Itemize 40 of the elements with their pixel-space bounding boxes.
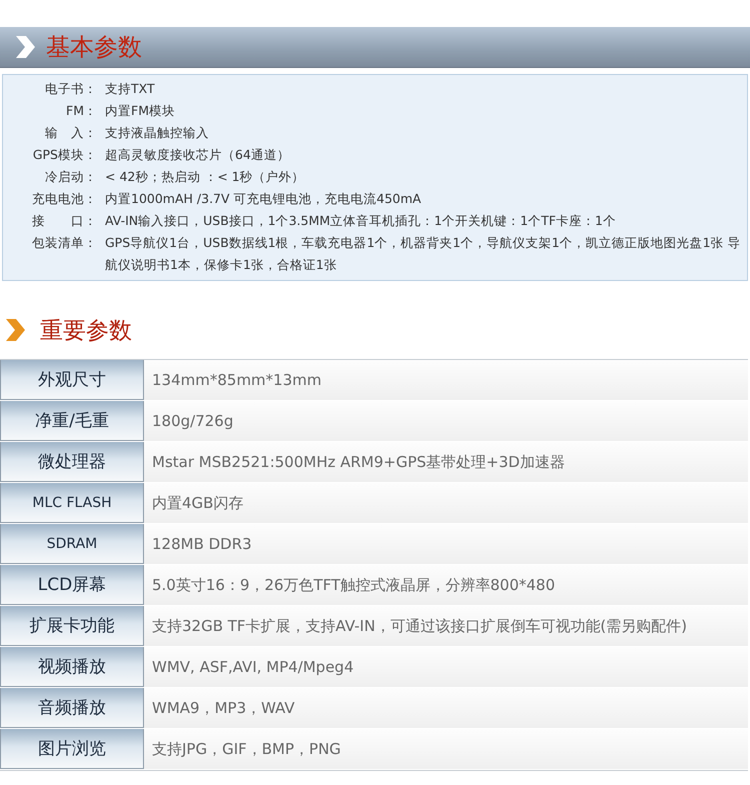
- spec-value: GPS导航仪1台，USB数据线1根，车载充电器1个，机器背夹1个，导航仪支架1个，凯立德正版地图光盘1张 导航仪说明书1本，保修卡1张，合格证1张: [104, 234, 742, 274]
- spec-value-cell: 内置4GB闪存: [144, 483, 748, 523]
- spec-value-cell: WMA9，MP3，WAV: [144, 688, 748, 728]
- spec-label-cell: 图片浏览: [0, 729, 144, 769]
- spec-label-cell: MLC FLASH: [0, 483, 144, 523]
- spec-label: FM：: [65, 102, 97, 120]
- spec-value-cell: 128MB DDR3: [144, 524, 748, 564]
- spec-value-cell: 5.0英寸16：9，26万色TFT触控式液晶屏，分辨率800*480: [144, 565, 748, 605]
- spec-value-cell: WMV, ASF,AVI, MP4/Mpeg4: [144, 647, 748, 687]
- spec-label: 接 口：: [31, 212, 97, 230]
- spec-value: < 42秒；热启动 ：< 1秒（户外）: [104, 168, 306, 186]
- spec-value-cell: 134mm*85mm*13mm: [144, 360, 748, 400]
- spec-label-cell: LCD屏幕: [0, 565, 144, 605]
- spec-value: 支持液晶触控输入: [104, 124, 210, 142]
- spec-value: 支持TXT: [104, 80, 156, 98]
- section-title: 重要参数: [40, 316, 132, 346]
- spec-label: 冷启动：: [44, 168, 97, 186]
- section-title: 基本参数: [46, 32, 142, 63]
- spec-value-cell: 支持JPG，GIF，BMP，PNG: [144, 729, 748, 769]
- spec-value-cell: 180g/726g: [144, 401, 748, 441]
- spec-value: 内置FM模块: [104, 102, 176, 120]
- spec-label-cell: 视频播放: [0, 647, 144, 687]
- spec-label-cell: 净重/毛重: [0, 401, 144, 441]
- spec-label-cell: 音频播放: [0, 688, 144, 728]
- spec-label: GPS模块：: [32, 146, 97, 164]
- spec-value-cell: 支持32GB TF卡扩展，支持AV-IN，可通过该接口扩展倒车可视功能(需另购配件): [144, 606, 748, 646]
- spec-label: 充电电池：: [31, 190, 97, 208]
- spec-label-cell: 外观尺寸: [0, 360, 144, 400]
- spec-value: 超高灵敏度接收芯片（64通道）: [104, 146, 291, 164]
- spec-label: 电子书：: [44, 80, 97, 98]
- chevron-icon: [4, 317, 26, 343]
- chevron-icon: [14, 34, 36, 60]
- spec-value-cell: Mstar MSB2521:500MHz ARM9+GPS基带处理+3D加速器: [144, 442, 748, 482]
- spec-label-cell: SDRAM: [0, 524, 144, 564]
- spec-label-cell: 扩展卡功能: [0, 606, 144, 646]
- spec-value: AV-IN输入接口，USB接口，1个3.5MM立体音耳机插孔：1个开关机键：1个TF卡座：1个: [104, 212, 617, 230]
- spec-label-cell: 微处理器: [0, 442, 144, 482]
- spec-label: 包装清单：: [31, 234, 97, 252]
- spec-value: 内置1000mAH /3.7V 可充电锂电池，充电电流450mA: [104, 190, 422, 208]
- spec-label: 输 入：: [44, 124, 97, 142]
